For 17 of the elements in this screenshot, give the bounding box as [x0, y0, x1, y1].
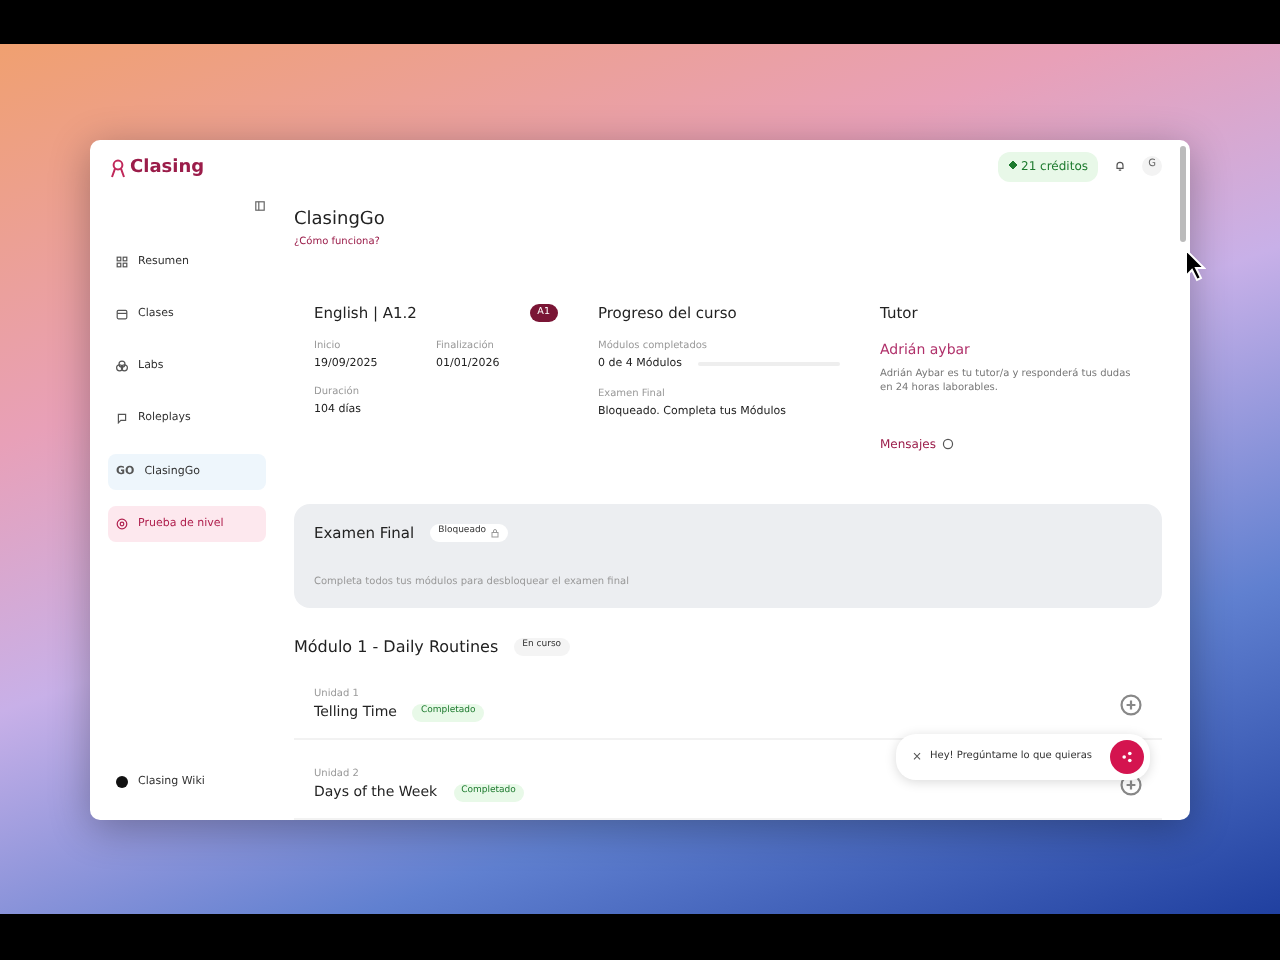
- grid-icon: [116, 255, 128, 268]
- lock-icon: [490, 527, 501, 538]
- logo-icon: [108, 158, 128, 181]
- logo-text: Clasing: [130, 156, 205, 182]
- dots-icon: [1120, 750, 1134, 764]
- expand-plus-icon[interactable]: [1120, 694, 1142, 716]
- target-icon: [116, 517, 128, 530]
- notification-bell-icon[interactable]: [1114, 160, 1126, 172]
- page-title: ClasingGo: [294, 208, 387, 234]
- circles-icon: [116, 360, 128, 373]
- diamond-icon: [1007, 160, 1018, 171]
- module-title: Módulo 1 - Daily Routines: [294, 635, 499, 659]
- calendar-icon: [116, 307, 128, 320]
- sidebar-toggle-icon[interactable]: [254, 199, 266, 211]
- scrollbar-thumb[interactable]: [1180, 146, 1186, 242]
- chat-button[interactable]: [1110, 740, 1144, 774]
- wiki-icon: [116, 775, 128, 788]
